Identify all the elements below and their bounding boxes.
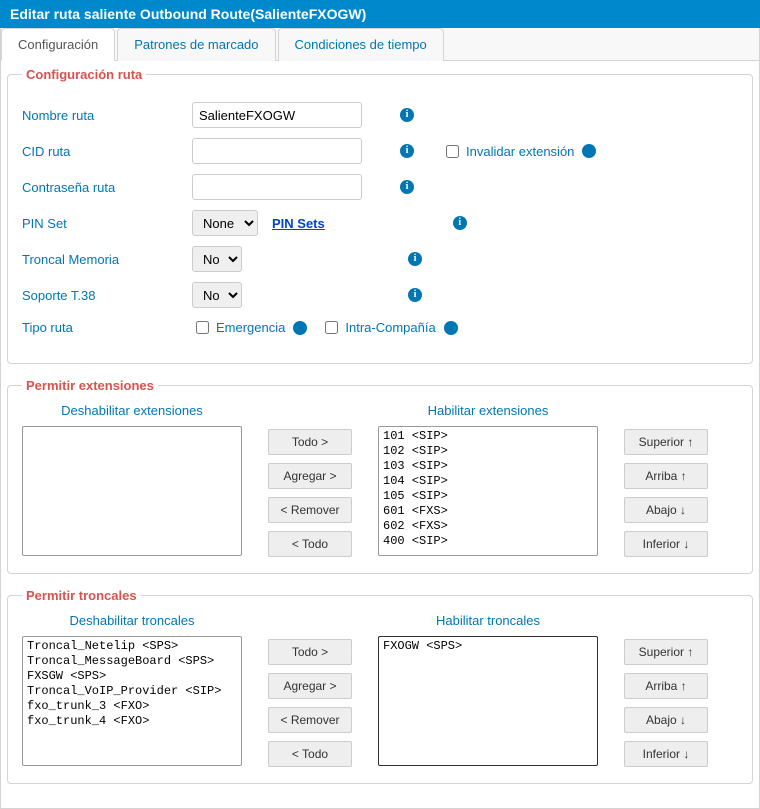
input-route-cid[interactable] — [192, 138, 362, 164]
label-route-cid: CID ruta — [22, 144, 192, 159]
legend-route-config: Configuración ruta — [22, 67, 146, 82]
info-icon[interactable]: i — [408, 252, 422, 266]
list-item[interactable]: 601 <FXS> — [381, 504, 595, 519]
fieldset-route-config: Configuración ruta Nombre ruta i CID rut… — [7, 67, 753, 364]
label-t38: Soporte T.38 — [22, 288, 192, 303]
main-panel: Configuración Patrones de marcado Condic… — [0, 28, 760, 809]
label-pin-set: PIN Set — [22, 216, 192, 231]
tab-conditions[interactable]: Condiciones de tiempo — [278, 28, 444, 61]
header-enable-extensions: Habilitar extensiones — [428, 403, 549, 418]
header-disable-extensions: Deshabilitar extensiones — [61, 403, 203, 418]
btn-trunk-bottom[interactable]: Inferior ↓ — [624, 741, 708, 767]
info-icon[interactable]: i — [582, 144, 596, 158]
list-item[interactable]: 101 <SIP> — [381, 429, 595, 444]
btn-trunk-remove[interactable]: < Remover — [268, 707, 352, 733]
list-item[interactable]: 102 <SIP> — [381, 444, 595, 459]
list-item[interactable]: fxo_trunk_3 <FXO> — [25, 699, 239, 714]
list-item[interactable]: Troncal_Netelip <SPS> — [25, 639, 239, 654]
list-item[interactable]: 105 <SIP> — [381, 489, 595, 504]
listbox-disabled-trunks[interactable]: Troncal_Netelip <SPS>Troncal_MessageBoar… — [22, 636, 242, 766]
list-item[interactable]: 400 <SIP> — [381, 534, 595, 549]
select-pin-set[interactable]: None — [192, 210, 258, 236]
info-icon[interactable]: i — [400, 144, 414, 158]
tab-config[interactable]: Configuración — [1, 28, 115, 61]
btn-ext-up[interactable]: Arriba ↑ — [624, 463, 708, 489]
list-item[interactable]: Troncal_MessageBoard <SPS> — [25, 654, 239, 669]
btn-trunk-top[interactable]: Superior ↑ — [624, 639, 708, 665]
fieldset-allow-trunks: Permitir troncales Deshabilitar troncale… — [7, 588, 753, 784]
info-icon[interactable]: i — [400, 108, 414, 122]
list-item[interactable]: 602 <FXS> — [381, 519, 595, 534]
info-icon[interactable]: i — [453, 216, 467, 230]
list-item[interactable]: FXSGW <SPS> — [25, 669, 239, 684]
label-mem-trunk: Troncal Memoria — [22, 252, 192, 267]
page-title: Editar ruta saliente Outbound Route(Sali… — [0, 0, 760, 28]
info-icon[interactable]: i — [444, 321, 458, 335]
btn-ext-down[interactable]: Abajo ↓ — [624, 497, 708, 523]
select-mem-trunk[interactable]: No — [192, 246, 242, 272]
checkbox-intra-company[interactable] — [325, 321, 338, 334]
info-icon[interactable]: i — [293, 321, 307, 335]
btn-ext-top[interactable]: Superior ↑ — [624, 429, 708, 455]
checkbox-override-extension[interactable] — [446, 145, 459, 158]
header-enable-trunks: Habilitar troncales — [436, 613, 540, 628]
btn-trunk-down[interactable]: Abajo ↓ — [624, 707, 708, 733]
checkbox-emergency[interactable] — [196, 321, 209, 334]
listbox-enabled-trunks[interactable]: FXOGW <SPS> — [378, 636, 598, 766]
fieldset-allow-extensions: Permitir extensiones Deshabilitar extens… — [7, 378, 753, 574]
btn-ext-allback[interactable]: < Todo — [268, 531, 352, 557]
input-route-password[interactable] — [192, 174, 362, 200]
header-disable-trunks: Deshabilitar troncales — [69, 613, 194, 628]
listbox-enabled-extensions[interactable]: 101 <SIP>102 <SIP>103 <SIP>104 <SIP>105 … — [378, 426, 598, 556]
listbox-disabled-extensions[interactable] — [22, 426, 242, 556]
legend-allow-extensions: Permitir extensiones — [22, 378, 158, 393]
btn-trunk-allback[interactable]: < Todo — [268, 741, 352, 767]
list-item[interactable]: FXOGW <SPS> — [381, 639, 595, 654]
btn-trunk-up[interactable]: Arriba ↑ — [624, 673, 708, 699]
btn-trunk-add[interactable]: Agregar > — [268, 673, 352, 699]
tab-patterns[interactable]: Patrones de marcado — [117, 28, 275, 61]
tab-bar: Configuración Patrones de marcado Condic… — [1, 28, 759, 61]
list-item[interactable]: Troncal_VoIP_Provider <SIP> — [25, 684, 239, 699]
btn-ext-remove[interactable]: < Remover — [268, 497, 352, 523]
label-route-password: Contraseña ruta — [22, 180, 192, 195]
btn-ext-all[interactable]: Todo > — [268, 429, 352, 455]
list-item[interactable]: 103 <SIP> — [381, 459, 595, 474]
btn-ext-bottom[interactable]: Inferior ↓ — [624, 531, 708, 557]
btn-trunk-all[interactable]: Todo > — [268, 639, 352, 665]
select-t38[interactable]: No — [192, 282, 242, 308]
label-route-type: Tipo ruta — [22, 320, 192, 335]
list-item[interactable]: fxo_trunk_4 <FXO> — [25, 714, 239, 729]
link-pin-sets[interactable]: PIN Sets — [272, 216, 325, 231]
label-emergency: Emergencia — [216, 320, 285, 335]
label-intra-company: Intra-Compañía — [345, 320, 435, 335]
btn-ext-add[interactable]: Agregar > — [268, 463, 352, 489]
info-icon[interactable]: i — [408, 288, 422, 302]
info-icon[interactable]: i — [400, 180, 414, 194]
list-item[interactable]: 104 <SIP> — [381, 474, 595, 489]
label-route-name: Nombre ruta — [22, 108, 192, 123]
input-route-name[interactable] — [192, 102, 362, 128]
legend-allow-trunks: Permitir troncales — [22, 588, 141, 603]
label-override-extension: Invalidar extensión — [466, 144, 574, 159]
